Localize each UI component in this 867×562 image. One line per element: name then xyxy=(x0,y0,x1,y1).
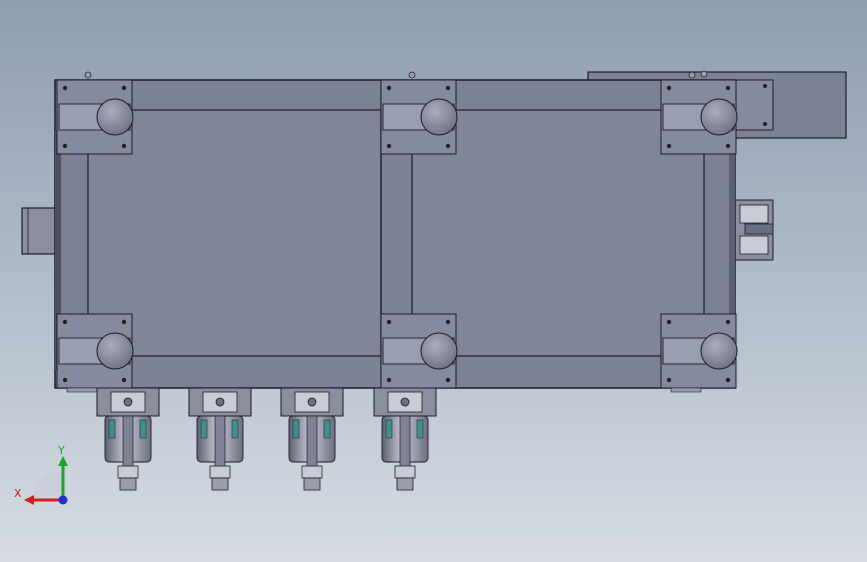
roller[interactable] xyxy=(420,98,458,136)
bolt-icon xyxy=(725,377,731,383)
cylinder-actuator[interactable] xyxy=(373,387,437,491)
triad-y-arrow xyxy=(58,456,68,466)
bearing-block[interactable] xyxy=(660,313,738,393)
bearing-foot xyxy=(66,387,98,393)
bearing-block[interactable] xyxy=(660,71,738,155)
sensor-icon xyxy=(139,419,147,439)
sensor-icon xyxy=(200,419,208,439)
bolt-icon xyxy=(121,143,127,149)
bolt-icon xyxy=(666,143,672,149)
bolt-icon xyxy=(62,319,68,325)
bolt-icon xyxy=(445,377,451,383)
bolt-icon xyxy=(445,319,451,325)
roller[interactable] xyxy=(700,332,738,370)
roller[interactable] xyxy=(700,98,738,136)
roller[interactable] xyxy=(96,332,134,370)
roller[interactable] xyxy=(420,332,458,370)
bolt-icon xyxy=(121,377,127,383)
grease-nipple-icon xyxy=(408,71,416,79)
bearing-foot xyxy=(670,387,702,393)
bolt-icon xyxy=(386,85,392,91)
triad-z-axis xyxy=(58,495,68,505)
sensor-icon xyxy=(385,419,393,439)
bolt-icon xyxy=(386,319,392,325)
sensor-icon xyxy=(108,419,116,439)
bolt-icon xyxy=(725,85,731,91)
grease-nipple-icon xyxy=(688,71,696,79)
sensor-icon xyxy=(323,419,331,439)
bolt-icon xyxy=(666,85,672,91)
bearing-block[interactable] xyxy=(380,313,458,393)
roller[interactable] xyxy=(96,98,134,136)
cad-viewport[interactable]: Y X xyxy=(0,0,867,562)
bolt-icon xyxy=(445,143,451,149)
bolt-icon xyxy=(386,377,392,383)
bolt-icon xyxy=(725,319,731,325)
bolt-icon xyxy=(62,143,68,149)
bolt-icon xyxy=(62,377,68,383)
triad-x-label: X xyxy=(14,487,22,500)
bearing-block[interactable] xyxy=(56,71,134,155)
bearing-block[interactable] xyxy=(56,313,134,393)
bolt-icon xyxy=(62,85,68,91)
bolt-icon xyxy=(666,377,672,383)
bolt-icon xyxy=(666,319,672,325)
bolt-icon xyxy=(386,143,392,149)
side-mount-block-left[interactable] xyxy=(21,207,59,255)
sensor-icon xyxy=(231,419,239,439)
sensor-icon xyxy=(292,419,300,439)
triad-y-label: Y xyxy=(57,444,65,457)
side-clamp-right[interactable] xyxy=(734,199,774,261)
bolt-icon xyxy=(445,85,451,91)
coordinate-triad: Y X xyxy=(14,444,68,505)
cylinder-actuator[interactable] xyxy=(280,387,344,491)
grease-nipple-icon xyxy=(84,71,92,79)
bearing-block[interactable] xyxy=(380,71,458,155)
sensor-icon xyxy=(416,419,424,439)
triad-x-arrow xyxy=(24,495,34,505)
cylinder-actuator[interactable] xyxy=(96,387,160,491)
triad-plane xyxy=(33,470,63,500)
bolt-icon xyxy=(121,85,127,91)
bolt-icon xyxy=(121,319,127,325)
bolt-icon xyxy=(725,143,731,149)
cylinder-actuator[interactable] xyxy=(188,387,252,491)
